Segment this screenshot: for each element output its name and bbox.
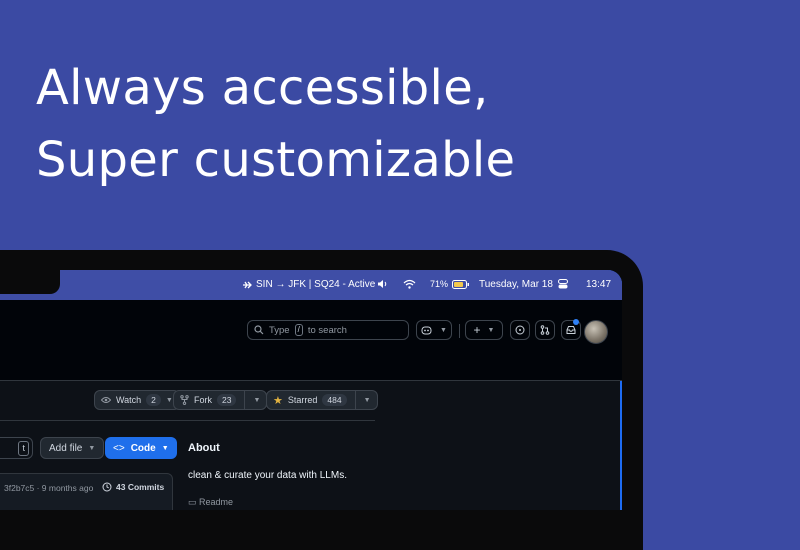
star-divider (354, 391, 356, 409)
go-to-file-shortcut-key: t (18, 440, 29, 456)
battery-item[interactable]: 71% (430, 279, 470, 289)
search-suffix: to search (307, 324, 347, 336)
section-divider (0, 420, 375, 421)
fork-icon (180, 395, 189, 405)
airplane-icon (243, 281, 252, 288)
watch-count: 2 (146, 394, 161, 406)
battery-percent: 71% (430, 279, 449, 289)
add-file-label: Add file (49, 442, 83, 454)
star-button[interactable]: ★ Starred 484 ▼ (266, 390, 378, 410)
star-count: 484 (322, 394, 347, 406)
add-file-button[interactable]: Add file ▼ (40, 437, 105, 459)
history-icon (102, 482, 112, 492)
speaker-icon[interactable] (377, 279, 389, 289)
fork-button[interactable]: Fork 23 ▼ (173, 390, 268, 410)
commit-meta[interactable]: 3f2b7c5 · 9 months ago (4, 483, 93, 493)
fork-divider (244, 391, 246, 409)
notification-dot (573, 319, 579, 325)
about-heading: About (188, 442, 220, 454)
header-divider (459, 324, 460, 338)
wifi-icon[interactable] (403, 279, 416, 289)
readme-link[interactable]: ▭ Readme (188, 497, 233, 508)
flight-status-text: SIN → JFK | SQ24 - Active (256, 279, 376, 290)
date-text[interactable]: Tuesday, Mar 18 (479, 279, 553, 290)
camera-notch (0, 270, 60, 294)
chevron-down-icon: ▼ (440, 326, 447, 334)
code-icon: <> (113, 442, 125, 454)
code-label: Code (130, 442, 156, 454)
inbox-icon (566, 326, 576, 334)
avatar[interactable] (584, 320, 608, 344)
headline: Always accessible, Super customizable (36, 52, 515, 196)
plus-icon: + (473, 323, 481, 337)
search-icon (254, 325, 264, 335)
pull-request-icon (540, 325, 550, 335)
clock-text[interactable]: 13:47 (586, 279, 611, 290)
battery-icon (452, 279, 470, 289)
laptop-screen: SIN → JFK | SQ24 - Active 71% Tuesday, M… (0, 270, 622, 510)
commits-link[interactable]: 43 Commits (102, 482, 164, 492)
issues-button[interactable] (510, 320, 530, 340)
copilot-icon (421, 326, 432, 335)
flight-status-item[interactable]: SIN → JFK | SQ24 - Active (242, 279, 375, 290)
fork-label: Fork (194, 395, 212, 405)
readme-label: Readme (199, 497, 234, 507)
search-input[interactable]: Type / to search (247, 320, 409, 340)
watch-label: Watch (116, 395, 142, 405)
go-to-file-input[interactable]: t (0, 437, 33, 459)
chevron-down-icon: ▼ (487, 326, 495, 334)
menu-bar: SIN → JFK | SQ24 - Active 71% Tuesday, M… (0, 270, 622, 300)
chevron-down-icon: ▼ (363, 396, 371, 404)
star-icon: ★ (273, 394, 283, 407)
book-icon: ▭ (188, 497, 197, 507)
headline-line-1: Always accessible, (36, 60, 489, 116)
github-header: Type / to search ▼ + ▼ (0, 300, 622, 381)
copilot-button[interactable]: ▼ (416, 320, 452, 340)
commits-count: 43 Commits (116, 482, 165, 492)
chevron-down-icon: ▼ (161, 444, 169, 452)
control-center-icon[interactable] (558, 279, 568, 289)
chevron-down-icon: ▼ (88, 444, 96, 452)
watch-button[interactable]: Watch 2 ▼ (94, 390, 180, 410)
star-label: Starred (287, 395, 318, 405)
pull-requests-button[interactable] (535, 320, 555, 340)
headline-line-2: Super customizable (36, 132, 516, 188)
fork-count: 23 (217, 394, 237, 406)
issues-icon (515, 325, 525, 335)
create-new-button[interactable]: + ▼ (465, 320, 503, 340)
search-prefix: Type (269, 324, 290, 336)
code-button[interactable]: <> Code ▼ (105, 437, 177, 459)
about-description: clean & curate your data with LLMs. (188, 470, 347, 481)
search-shortcut-key: / (294, 324, 303, 336)
chevron-down-icon: ▼ (165, 396, 173, 404)
chevron-down-icon: ▼ (253, 396, 261, 404)
eye-icon (101, 397, 111, 403)
